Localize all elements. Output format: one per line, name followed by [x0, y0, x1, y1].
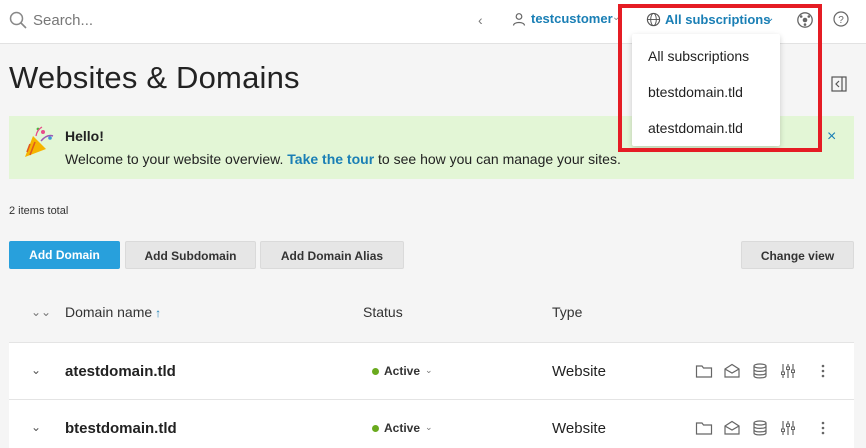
expand-row-icon[interactable]: ⌄ — [31, 363, 41, 377]
search-icon — [9, 11, 27, 29]
party-popper-icon — [25, 126, 54, 157]
add-subdomain-button[interactable]: Add Subdomain — [125, 241, 256, 269]
column-type: Type — [552, 304, 583, 320]
status-dot — [372, 425, 379, 432]
banner-text-after: to see how you can manage your sites. — [374, 151, 621, 167]
mail-icon[interactable] — [723, 362, 741, 380]
table-row: ⌄ btestdomain.tld Active ⌄ Website — [9, 399, 854, 448]
domain-type: Website — [552, 420, 606, 437]
settings-sliders-icon[interactable] — [779, 362, 797, 380]
chevron-down-icon: ⌄ — [425, 422, 433, 432]
status-dot — [372, 368, 379, 375]
dropdown-option-btestdomain[interactable]: btestdomain.tld — [648, 84, 743, 100]
extension-icon[interactable] — [796, 11, 814, 29]
add-domain-alias-button[interactable]: Add Domain Alias — [260, 241, 404, 269]
chevron-down-icon: ⌄ — [766, 13, 775, 24]
chevron-down-icon: ⌄ — [612, 12, 621, 23]
column-domain-label: Domain name — [65, 304, 153, 320]
folder-icon[interactable] — [695, 419, 713, 437]
database-icon[interactable] — [751, 362, 769, 380]
search-input[interactable] — [33, 8, 333, 32]
chevron-down-icon: ⌄ — [425, 365, 433, 375]
dropdown-option-atestdomain[interactable]: atestdomain.tld — [648, 120, 743, 136]
user-menu-button[interactable]: testcustomer — [531, 11, 613, 26]
banner-text-before: Welcome to your website overview. — [65, 151, 288, 167]
dropdown-option-all[interactable]: All subscriptions — [648, 48, 749, 64]
subscriptions-selector[interactable]: All subscriptions — [665, 12, 770, 27]
add-domain-button[interactable]: Add Domain — [9, 241, 120, 269]
close-icon[interactable]: × — [827, 128, 836, 146]
domain-name[interactable]: atestdomain.tld — [65, 363, 176, 380]
change-view-button[interactable]: Change view — [741, 241, 854, 269]
table-row: ⌄ atestdomain.tld Active ⌄ Website — [9, 342, 854, 399]
table-header: ⌄⌄ Domain name ↑ Status Type — [9, 292, 854, 334]
mail-icon[interactable] — [723, 419, 741, 437]
domain-name[interactable]: btestdomain.tld — [65, 420, 177, 437]
svg-text:?: ? — [838, 15, 844, 26]
expand-row-icon[interactable]: ⌄ — [31, 420, 41, 434]
folder-icon[interactable] — [695, 362, 713, 380]
column-domain-name[interactable]: Domain name ↑ — [65, 304, 161, 320]
database-icon[interactable] — [751, 419, 769, 437]
panel-toggle-icon[interactable] — [831, 76, 847, 92]
domain-type: Website — [552, 363, 606, 380]
user-icon — [512, 13, 526, 26]
more-icon[interactable] — [819, 419, 827, 437]
status-badge[interactable]: Active — [384, 364, 420, 378]
page-title: Websites & Domains — [9, 60, 300, 95]
globe-icon — [646, 12, 661, 27]
banner-text: Welcome to your website overview. Take t… — [65, 151, 621, 167]
sort-ascending-icon: ↑ — [155, 306, 162, 320]
settings-sliders-icon[interactable] — [779, 419, 797, 437]
expand-all-icon[interactable]: ⌄⌄ — [31, 305, 51, 319]
help-icon[interactable]: ? — [833, 11, 849, 27]
items-total: 2 items total — [9, 205, 69, 217]
column-status: Status — [363, 304, 403, 320]
take-tour-link[interactable]: Take the tour — [287, 151, 374, 167]
chevron-left-icon[interactable]: ‹ — [478, 11, 490, 29]
banner-title: Hello! — [65, 128, 104, 144]
subscriptions-dropdown: All subscriptions btestdomain.tld atestd… — [632, 34, 780, 146]
status-badge[interactable]: Active — [384, 421, 420, 435]
more-icon[interactable] — [819, 362, 827, 380]
